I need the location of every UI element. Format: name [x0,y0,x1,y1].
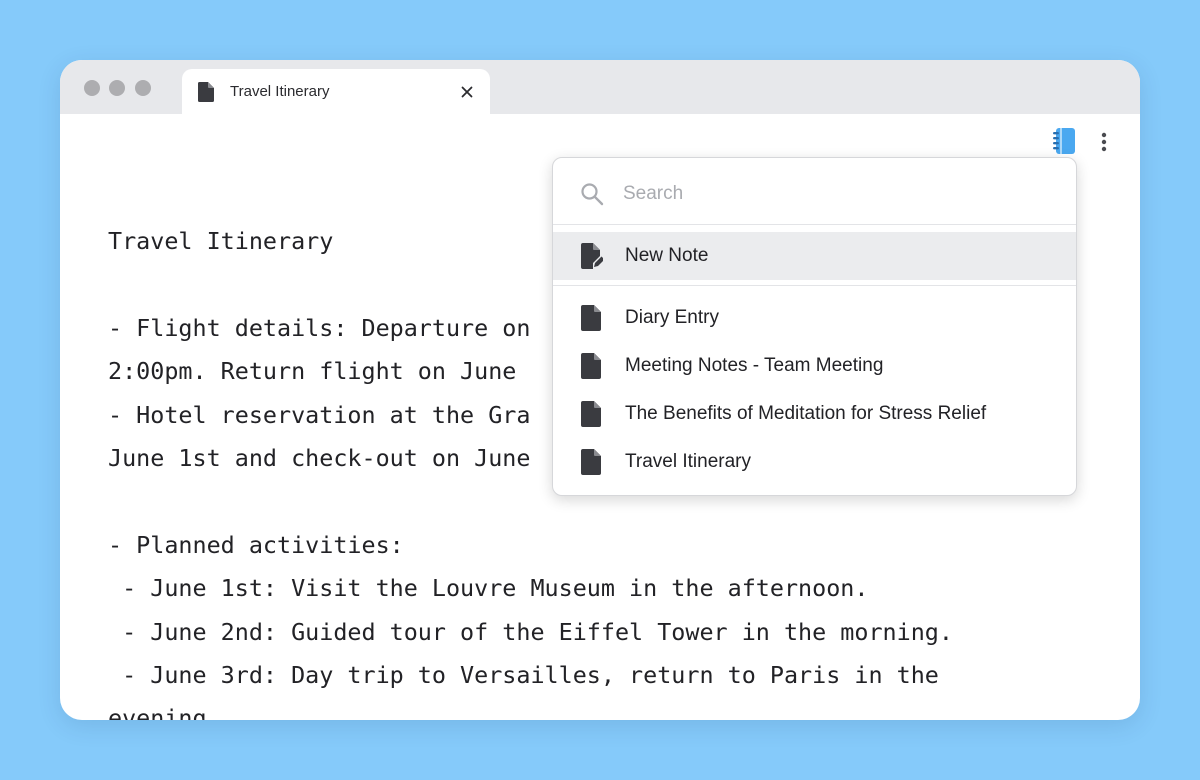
editor-line: - June 3rd: Day trip to Versailles, retu… [108,661,939,690]
note-item-label: The Benefits of Meditation for Stress Re… [625,403,987,424]
note-item-meditation[interactable]: The Benefits of Meditation for Stress Re… [553,390,1076,438]
window-close-button[interactable] [84,80,100,96]
document-icon [581,401,601,427]
notebook-icon[interactable] [1052,127,1076,155]
note-item-diary-entry[interactable]: Diary Entry [553,294,1076,342]
editor-line: - June 1st: Visit the Louvre Museum in t… [108,574,869,603]
editor-line: - Planned activities: [108,530,404,559]
note-item-label: Diary Entry [625,307,719,328]
new-note-label: New Note [625,245,709,266]
document-icon [581,353,601,379]
editor-line: - June 2nd: Guided tour of the Eiffel To… [108,617,953,646]
document-icon [581,305,601,331]
tab-travel-itinerary[interactable]: Travel Itinerary [182,69,490,115]
title-bar: Travel Itinerary [60,60,1140,115]
search-icon [581,183,604,206]
divider [553,285,1076,286]
search-bar [553,158,1076,225]
window-minimize-button[interactable] [109,80,125,96]
note-item-meeting-notes[interactable]: Meeting Notes - Team Meeting [553,342,1076,390]
notes-popup: New Note Diary Entry Meeting Notes - Tea… [552,157,1077,496]
editor-line: evening. [108,704,221,720]
search-input[interactable] [623,176,1043,212]
more-vertical-icon[interactable] [1094,130,1114,154]
new-note-icon [581,243,603,269]
divider [553,224,1076,225]
note-item-travel-itinerary[interactable]: Travel Itinerary [553,438,1076,486]
window-maximize-button[interactable] [135,80,151,96]
tab-title: Travel Itinerary [230,83,330,100]
document-icon [581,449,601,475]
document-icon [198,82,214,102]
note-item-label: Travel Itinerary [625,451,751,472]
close-icon[interactable] [457,82,477,102]
note-item-label: Meeting Notes - Team Meeting [625,355,884,376]
new-note-button[interactable]: New Note [553,232,1076,280]
